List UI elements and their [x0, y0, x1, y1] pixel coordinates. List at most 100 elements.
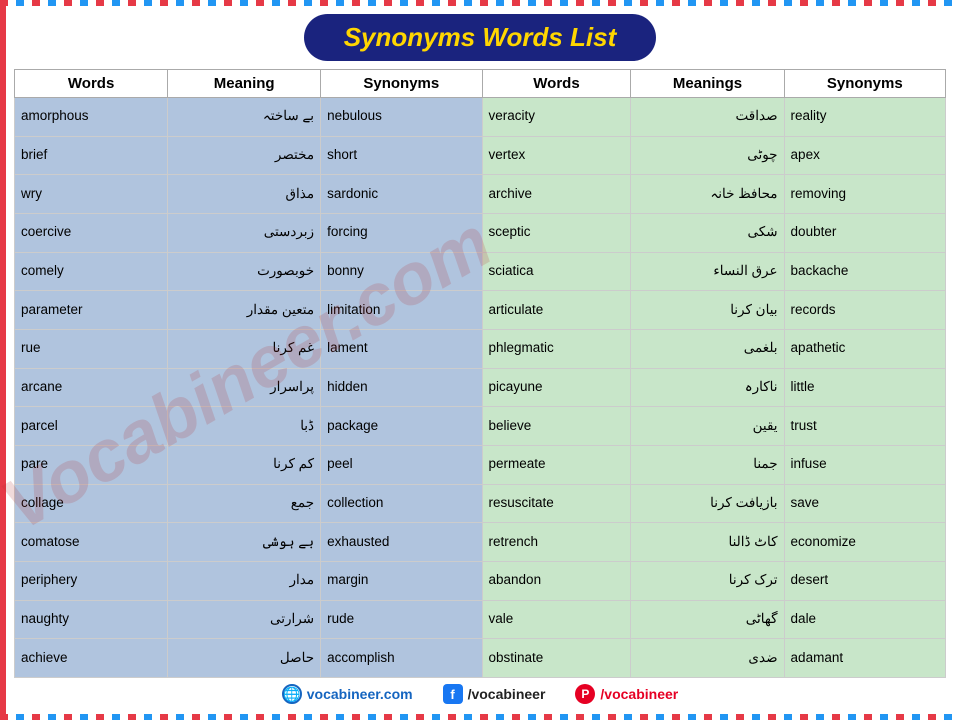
table-header: Words Meaning Synonyms Words Meanings Sy…	[15, 70, 946, 98]
footer: 🌐 vocabineer.com f /vocabineer P /vocabi…	[14, 678, 946, 706]
table-cell-12-2: margin	[321, 561, 482, 600]
table-cell-1-5: apex	[784, 136, 945, 175]
table-cell-11-4: کاٹ ڈالنا	[631, 523, 784, 562]
website-label: vocabineer.com	[307, 686, 413, 702]
table-cell-3-3: sceptic	[482, 213, 631, 252]
table-row: peripheryمدارmarginabandonترک کرناdesert	[15, 561, 946, 600]
table-cell-11-3: retrench	[482, 523, 631, 562]
col-header-synonyms: Synonyms	[321, 70, 482, 98]
table-row: rueغم کرناlamentphlegmaticبلغمیapathetic	[15, 329, 946, 368]
facebook-label: /vocabineer	[468, 686, 546, 702]
table-cell-1-4: چوٹی	[631, 136, 784, 175]
table-cell-5-4: بیان کرنا	[631, 291, 784, 330]
table-cell-13-4: گھاٹی	[631, 600, 784, 639]
table-cell-0-1: بے ساختہ	[168, 98, 321, 137]
table-cell-12-1: مدار	[168, 561, 321, 600]
table-cell-7-0: arcane	[15, 368, 168, 407]
table-cell-9-4: جمنا	[631, 445, 784, 484]
table-row: coerciveزبردستیforcingscepticشکیdoubter	[15, 213, 946, 252]
pinterest-icon: P	[575, 684, 595, 704]
table-cell-12-3: abandon	[482, 561, 631, 600]
table-cell-1-3: vertex	[482, 136, 631, 175]
table-cell-8-4: یقین	[631, 407, 784, 446]
col-header-words2: Words	[482, 70, 631, 98]
table-cell-7-3: picayune	[482, 368, 631, 407]
table-cell-5-2: limitation	[321, 291, 482, 330]
table-row: comelyخوبصورتbonnysciaticaعرق النساءback…	[15, 252, 946, 291]
table-cell-0-2: nebulous	[321, 98, 482, 137]
table-cell-10-4: بازیافت کرنا	[631, 484, 784, 523]
table-cell-14-4: ضدی	[631, 639, 784, 678]
page-title: Synonyms Words List	[304, 14, 657, 61]
footer-pinterest: P /vocabineer	[575, 684, 678, 704]
table-cell-3-5: doubter	[784, 213, 945, 252]
table-cell-8-2: package	[321, 407, 482, 446]
table-row: achieveحاصلaccomplishobstinateضدیadamant	[15, 639, 946, 678]
table-row: naughtyشرارتیrudevaleگھاٹیdale	[15, 600, 946, 639]
table-cell-2-1: مذاق	[168, 175, 321, 214]
footer-website: 🌐 vocabineer.com	[282, 684, 413, 704]
table-row: arcaneپراسرارhiddenpicayuneناکارہlittle	[15, 368, 946, 407]
table-cell-14-3: obstinate	[482, 639, 631, 678]
table-row: briefمختصرshortvertexچوٹیapex	[15, 136, 946, 175]
table-cell-10-1: جمع	[168, 484, 321, 523]
table-cell-11-5: economize	[784, 523, 945, 562]
table-cell-12-0: periphery	[15, 561, 168, 600]
table-cell-9-1: کم کرنا	[168, 445, 321, 484]
table-cell-9-2: peel	[321, 445, 482, 484]
table-cell-5-0: parameter	[15, 291, 168, 330]
table-cell-6-4: بلغمی	[631, 329, 784, 368]
table-cell-8-5: trust	[784, 407, 945, 446]
table-cell-7-2: hidden	[321, 368, 482, 407]
table-cell-7-5: little	[784, 368, 945, 407]
synonyms-table: Words Meaning Synonyms Words Meanings Sy…	[14, 69, 946, 678]
facebook-icon: f	[443, 684, 463, 704]
table-row: comatoseبے ہوشیexhaustedretrenchکاٹ ڈالن…	[15, 523, 946, 562]
table-cell-6-1: غم کرنا	[168, 329, 321, 368]
table-cell-13-3: vale	[482, 600, 631, 639]
table-cell-9-0: pare	[15, 445, 168, 484]
table-cell-1-0: brief	[15, 136, 168, 175]
table-cell-10-5: save	[784, 484, 945, 523]
table-body: amorphousبے ساختہnebulousveracityصداقتre…	[15, 98, 946, 678]
table-cell-0-0: amorphous	[15, 98, 168, 137]
table-row: pareکم کرناpeelpermeateجمناinfuse	[15, 445, 946, 484]
table-cell-4-5: backache	[784, 252, 945, 291]
pinterest-label: /vocabineer	[600, 686, 678, 702]
col-header-words: Words	[15, 70, 168, 98]
col-header-meanings2: Meanings	[631, 70, 784, 98]
table-cell-5-3: articulate	[482, 291, 631, 330]
table-cell-6-5: apathetic	[784, 329, 945, 368]
table-cell-3-2: forcing	[321, 213, 482, 252]
table-cell-14-0: achieve	[15, 639, 168, 678]
globe-icon: 🌐	[282, 684, 302, 704]
table-cell-14-1: حاصل	[168, 639, 321, 678]
table-cell-14-5: adamant	[784, 639, 945, 678]
table-row: wryمذاقsardonicarchiveمحافظ خانہremoving	[15, 175, 946, 214]
table-cell-10-2: collection	[321, 484, 482, 523]
table-cell-4-4: عرق النساء	[631, 252, 784, 291]
table-cell-9-5: infuse	[784, 445, 945, 484]
table-cell-13-0: naughty	[15, 600, 168, 639]
table-row: parameterمتعین مقدارlimitationarticulate…	[15, 291, 946, 330]
table-cell-3-1: زبردستی	[168, 213, 321, 252]
table-cell-10-0: collage	[15, 484, 168, 523]
table-cell-1-2: short	[321, 136, 482, 175]
col-header-meaning: Meaning	[168, 70, 321, 98]
table-cell-11-0: comatose	[15, 523, 168, 562]
table-cell-4-2: bonny	[321, 252, 482, 291]
table-cell-12-4: ترک کرنا	[631, 561, 784, 600]
table-row: collageجمعcollectionresuscitateبازیافت ک…	[15, 484, 946, 523]
table-cell-11-1: بے ہوشی	[168, 523, 321, 562]
table-cell-13-5: dale	[784, 600, 945, 639]
table-cell-6-0: rue	[15, 329, 168, 368]
outer-border: Synonyms Words List Vocabineer.com Words…	[0, 0, 960, 720]
table-cell-0-3: veracity	[482, 98, 631, 137]
table-cell-8-3: believe	[482, 407, 631, 446]
table-cell-2-4: محافظ خانہ	[631, 175, 784, 214]
title-bar: Synonyms Words List	[14, 14, 946, 61]
table-cell-5-1: متعین مقدار	[168, 291, 321, 330]
table-cell-2-2: sardonic	[321, 175, 482, 214]
table-cell-12-5: desert	[784, 561, 945, 600]
table-cell-6-2: lament	[321, 329, 482, 368]
